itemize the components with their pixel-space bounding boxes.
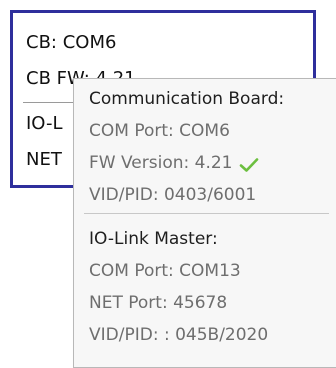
check-icon (239, 158, 259, 172)
status-cb-port: CB: COM6 (26, 32, 117, 53)
status-iolink: IO-L (26, 113, 63, 134)
cb-vid-pid: VID/PID: 0403/6001 (89, 185, 257, 205)
iolink-net-port: NET Port: 45678 (89, 293, 228, 313)
cb-heading: Communication Board: (89, 89, 285, 109)
tooltip-divider (84, 213, 329, 214)
device-info-tooltip: Communication Board: COM Port: COM6 FW V… (73, 78, 336, 368)
cb-com-port: COM Port: COM6 (89, 121, 230, 141)
iolink-vid-pid: VID/PID: : 045B/2020 (89, 325, 269, 345)
iolink-heading: IO-Link Master: (89, 229, 218, 249)
iolink-com-port: COM Port: COM13 (89, 261, 241, 281)
cb-fw-version: FW Version: 4.21 (89, 153, 233, 173)
status-net: NET (26, 149, 62, 170)
